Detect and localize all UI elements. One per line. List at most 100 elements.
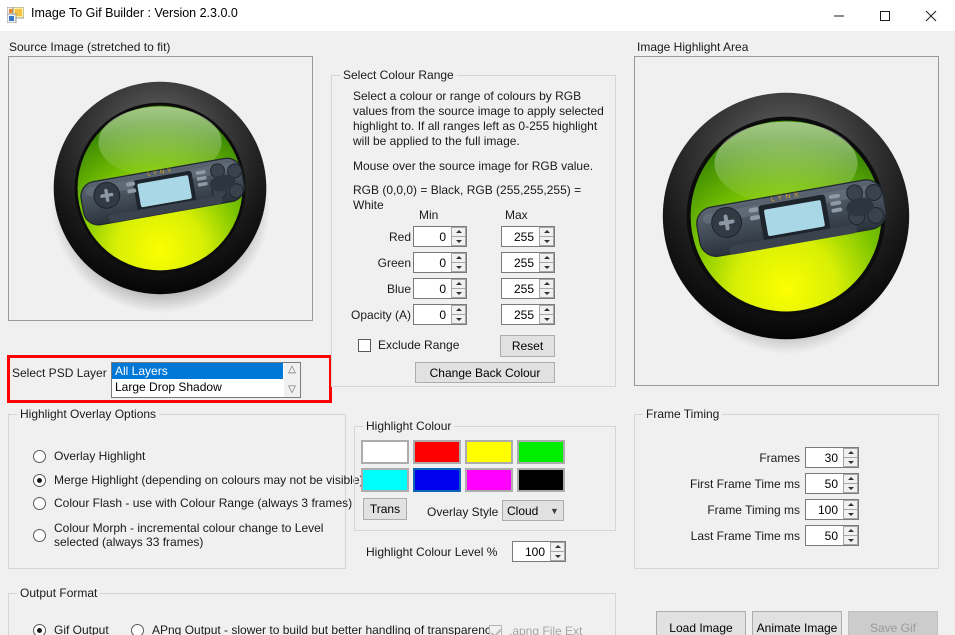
swatch-black[interactable] xyxy=(517,468,565,492)
level-up-arrow[interactable] xyxy=(550,542,565,552)
trans-button[interactable]: Trans xyxy=(363,498,407,520)
red-max-up-arrow[interactable] xyxy=(539,227,554,237)
first-frame-down-arrow[interactable] xyxy=(843,484,858,493)
psd-layer-option-all-layers[interactable]: All Layers xyxy=(112,363,283,379)
chevron-down-icon[interactable]: ▼ xyxy=(546,506,563,516)
chevron-down-icon[interactable]: ▽ xyxy=(288,383,296,397)
blue-min-spinner[interactable]: 0 xyxy=(413,278,467,299)
level-down-arrow[interactable] xyxy=(550,552,565,561)
opacity-min-arrows[interactable] xyxy=(450,305,466,324)
overlay-option-merge-highlight[interactable]: Merge Highlight (depending on colours ma… xyxy=(33,473,364,487)
first-frame-arrows[interactable] xyxy=(842,474,858,493)
opacity-min-up-arrow[interactable] xyxy=(451,305,466,315)
opacity-min-down-arrow[interactable] xyxy=(451,315,466,324)
frames-arrows[interactable] xyxy=(842,448,858,467)
minimize-button[interactable] xyxy=(816,0,862,31)
overlay-option-colour-flash[interactable]: Colour Flash - use with Colour Range (al… xyxy=(33,496,352,510)
highlight-colour-level-spinner[interactable]: 100 xyxy=(512,541,566,562)
red-min-value: 0 xyxy=(414,227,450,246)
blue-max-up-arrow[interactable] xyxy=(539,279,554,289)
red-min-arrows[interactable] xyxy=(450,227,466,246)
label-red: Red xyxy=(388,230,411,244)
frames-down-arrow[interactable] xyxy=(843,458,858,467)
opacity-max-down-arrow[interactable] xyxy=(539,315,554,324)
green-max-up-arrow[interactable] xyxy=(539,253,554,263)
frames-up-arrow[interactable] xyxy=(843,448,858,458)
blue-min-arrows[interactable] xyxy=(450,279,466,298)
frame-timing-arrows[interactable] xyxy=(842,500,858,519)
change-back-colour-button[interactable]: Change Back Colour xyxy=(415,362,555,383)
close-button[interactable] xyxy=(908,0,954,31)
last-frame-down-arrow[interactable] xyxy=(843,536,858,545)
gif-output-radio[interactable] xyxy=(33,624,46,635)
minimize-icon xyxy=(834,15,844,16)
label-opacity: Opacity (A) xyxy=(350,308,411,322)
colour-flash-label: Colour Flash - use with Colour Range (al… xyxy=(54,496,353,510)
red-min-spinner[interactable]: 0 xyxy=(413,226,467,247)
animate-image-button[interactable]: Animate Image xyxy=(752,611,842,635)
image-highlight-area-panel[interactable]: LYNX xyxy=(634,56,939,386)
frame-timing-down-arrow[interactable] xyxy=(843,510,858,519)
maximize-button[interactable] xyxy=(862,0,908,31)
reset-button[interactable]: Reset xyxy=(500,335,555,357)
psd-layer-option-large-drop-shadow[interactable]: Large Drop Shadow xyxy=(112,379,283,395)
last-frame-up-arrow[interactable] xyxy=(843,526,858,536)
chevron-up-icon[interactable]: △ xyxy=(288,363,296,377)
colour-flash-radio[interactable] xyxy=(33,497,46,510)
frame-timing-ms-spinner[interactable]: 100 xyxy=(805,499,859,520)
merge-highlight-radio[interactable] xyxy=(33,474,46,487)
swatch-red[interactable] xyxy=(413,440,461,464)
exclude-range-row[interactable]: Exclude Range xyxy=(358,338,459,352)
blue-min-down-arrow[interactable] xyxy=(451,289,466,298)
green-min-up-arrow[interactable] xyxy=(451,253,466,263)
overlay-highlight-radio[interactable] xyxy=(33,450,46,463)
colour-morph-radio[interactable] xyxy=(33,529,46,542)
psd-layer-listbox[interactable]: All Layers Large Drop Shadow △ ▽ xyxy=(111,362,301,398)
swatch-magenta[interactable] xyxy=(465,468,513,492)
opacity-max-spinner[interactable]: 255 xyxy=(501,304,555,325)
red-max-down-arrow[interactable] xyxy=(539,237,554,246)
red-min-down-arrow[interactable] xyxy=(451,237,466,246)
green-min-arrows[interactable] xyxy=(450,253,466,272)
last-frame-arrows[interactable] xyxy=(842,526,858,545)
blue-max-arrows[interactable] xyxy=(538,279,554,298)
level-arrows[interactable] xyxy=(549,542,565,561)
green-max-arrows[interactable] xyxy=(538,253,554,272)
green-max-down-arrow[interactable] xyxy=(539,263,554,272)
gif-output-label: Gif Output xyxy=(54,623,109,635)
swatch-green[interactable] xyxy=(517,440,565,464)
red-max-arrows[interactable] xyxy=(538,227,554,246)
blue-min-up-arrow[interactable] xyxy=(451,279,466,289)
frames-spinner[interactable]: 30 xyxy=(805,447,859,468)
opacity-max-arrows[interactable] xyxy=(538,305,554,324)
blue-max-down-arrow[interactable] xyxy=(539,289,554,298)
psd-layer-scrollbar[interactable]: △ ▽ xyxy=(283,363,300,397)
green-min-down-arrow[interactable] xyxy=(451,263,466,272)
opacity-max-up-arrow[interactable] xyxy=(539,305,554,315)
blue-max-spinner[interactable]: 255 xyxy=(501,278,555,299)
overlay-style-combo[interactable]: Cloud ▼ xyxy=(502,500,564,521)
red-min-up-arrow[interactable] xyxy=(451,227,466,237)
output-option-gif[interactable]: Gif Output xyxy=(33,623,109,635)
first-frame-time-spinner[interactable]: 50 xyxy=(805,473,859,494)
source-image-panel[interactable]: LYNX xyxy=(8,56,313,321)
red-max-spinner[interactable]: 255 xyxy=(501,226,555,247)
green-min-spinner[interactable]: 0 xyxy=(413,252,467,273)
frame-timing-up-arrow[interactable] xyxy=(843,500,858,510)
first-frame-up-arrow[interactable] xyxy=(843,474,858,484)
opacity-min-spinner[interactable]: 0 xyxy=(413,304,467,325)
swatch-blue[interactable] xyxy=(413,468,461,492)
load-image-button[interactable]: Load Image xyxy=(656,611,746,635)
colour-range-description: Select a colour or range of colours by R… xyxy=(353,89,604,148)
overlay-option-overlay-highlight[interactable]: Overlay Highlight xyxy=(33,449,333,463)
overlay-option-colour-morph[interactable]: Colour Morph - incremental colour change… xyxy=(33,521,338,549)
last-frame-time-spinner[interactable]: 50 xyxy=(805,525,859,546)
exclude-range-checkbox[interactable] xyxy=(358,338,371,352)
green-max-spinner[interactable]: 255 xyxy=(501,252,555,273)
swatch-white[interactable] xyxy=(361,440,409,464)
swatch-yellow[interactable] xyxy=(465,440,513,464)
opacity-min-value: 0 xyxy=(414,305,450,324)
swatch-cyan[interactable] xyxy=(361,468,409,492)
output-option-apng[interactable]: APng Output - slower to build but better… xyxy=(131,623,497,635)
apng-output-radio[interactable] xyxy=(131,624,144,635)
